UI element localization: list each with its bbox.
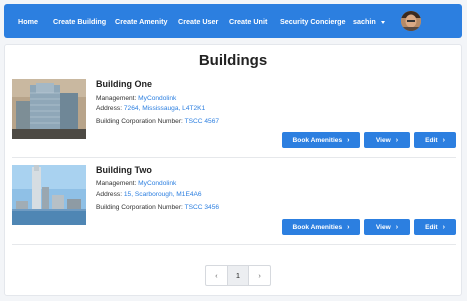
nav-security-concierge[interactable]: Security Concierge bbox=[280, 17, 346, 26]
chevron-right-icon: › bbox=[347, 223, 350, 231]
nav-home[interactable]: Home bbox=[18, 17, 38, 26]
corp-number-line: Building Corporation Number: TSCC 3456 bbox=[96, 204, 219, 211]
management-label: Management: bbox=[96, 180, 137, 187]
nav-create-unit[interactable]: Create Unit bbox=[229, 17, 267, 26]
edit-label: Edit bbox=[425, 136, 438, 144]
building-one-image bbox=[12, 79, 86, 139]
book-amenities-button[interactable]: Book Amenities › bbox=[282, 132, 360, 148]
building-two-image bbox=[12, 165, 86, 225]
view-button[interactable]: View › bbox=[364, 132, 410, 148]
pagination-page-1[interactable]: 1 bbox=[227, 266, 250, 285]
management-label: Management: bbox=[96, 95, 137, 102]
chevron-right-icon: › bbox=[442, 223, 445, 231]
divider bbox=[12, 244, 456, 245]
edit-button[interactable]: Edit › bbox=[414, 219, 456, 235]
corp-number-label: Building Corporation Number: bbox=[96, 118, 183, 125]
caret-down-icon bbox=[380, 20, 385, 24]
pagination-next-button[interactable]: › bbox=[249, 266, 270, 285]
building-name: Building One bbox=[96, 79, 152, 89]
address-label: Address: bbox=[96, 191, 123, 198]
chevron-right-icon: › bbox=[395, 136, 399, 144]
pagination: ‹ 1 › bbox=[205, 265, 271, 286]
management-link[interactable]: MyCondolink bbox=[138, 95, 176, 102]
top-navbar: Home Create Building Create Amenity Crea… bbox=[4, 4, 462, 38]
management-line: Management: MyCondolink bbox=[96, 180, 176, 187]
page-title: Buildings bbox=[198, 52, 268, 69]
corp-number-link[interactable]: TSCC 3456 bbox=[185, 204, 219, 211]
divider bbox=[12, 157, 456, 158]
building-name: Building Two bbox=[96, 165, 152, 175]
address-line: Address: 15, Scarborough, M1E4A6 bbox=[96, 191, 202, 198]
chevron-right-icon: › bbox=[347, 136, 350, 144]
address-link[interactable]: 15, Scarborough, M1E4A6 bbox=[124, 191, 202, 198]
view-label: View bbox=[375, 223, 391, 231]
avatar[interactable] bbox=[401, 11, 421, 31]
book-amenities-label: Book Amenities bbox=[292, 136, 343, 144]
book-amenities-button[interactable]: Book Amenities › bbox=[282, 219, 360, 235]
management-line: Management: MyCondolink bbox=[96, 95, 176, 102]
view-button[interactable]: View › bbox=[364, 219, 410, 235]
corp-number-label: Building Corporation Number: bbox=[96, 204, 183, 211]
address-link[interactable]: 7264, Mississauga, L4T2K1 bbox=[124, 105, 205, 112]
view-label: View bbox=[375, 136, 391, 144]
nav-create-user[interactable]: Create User bbox=[178, 17, 218, 26]
book-amenities-label: Book Amenities bbox=[292, 223, 343, 231]
address-label: Address: bbox=[96, 105, 123, 112]
address-line: Address: 7264, Mississauga, L4T2K1 bbox=[96, 105, 205, 112]
pagination-prev-button[interactable]: ‹ bbox=[206, 266, 228, 285]
user-menu-dropdown[interactable]: sachin bbox=[353, 17, 385, 26]
nav-create-building[interactable]: Create Building bbox=[53, 17, 106, 26]
avatar-image bbox=[401, 11, 421, 31]
chevron-right-icon: › bbox=[395, 223, 399, 231]
edit-button[interactable]: Edit › bbox=[414, 132, 456, 148]
corp-number-link[interactable]: TSCC 4567 bbox=[185, 118, 219, 125]
nav-create-amenity[interactable]: Create Amenity bbox=[115, 17, 167, 26]
corp-number-line: Building Corporation Number: TSCC 4567 bbox=[96, 118, 219, 125]
edit-label: Edit bbox=[425, 223, 438, 231]
buildings-card: Buildings Building One Management: MyCon… bbox=[4, 44, 462, 296]
user-name: sachin bbox=[353, 17, 376, 26]
chevron-right-icon: › bbox=[442, 136, 445, 144]
management-link[interactable]: MyCondolink bbox=[138, 180, 176, 187]
